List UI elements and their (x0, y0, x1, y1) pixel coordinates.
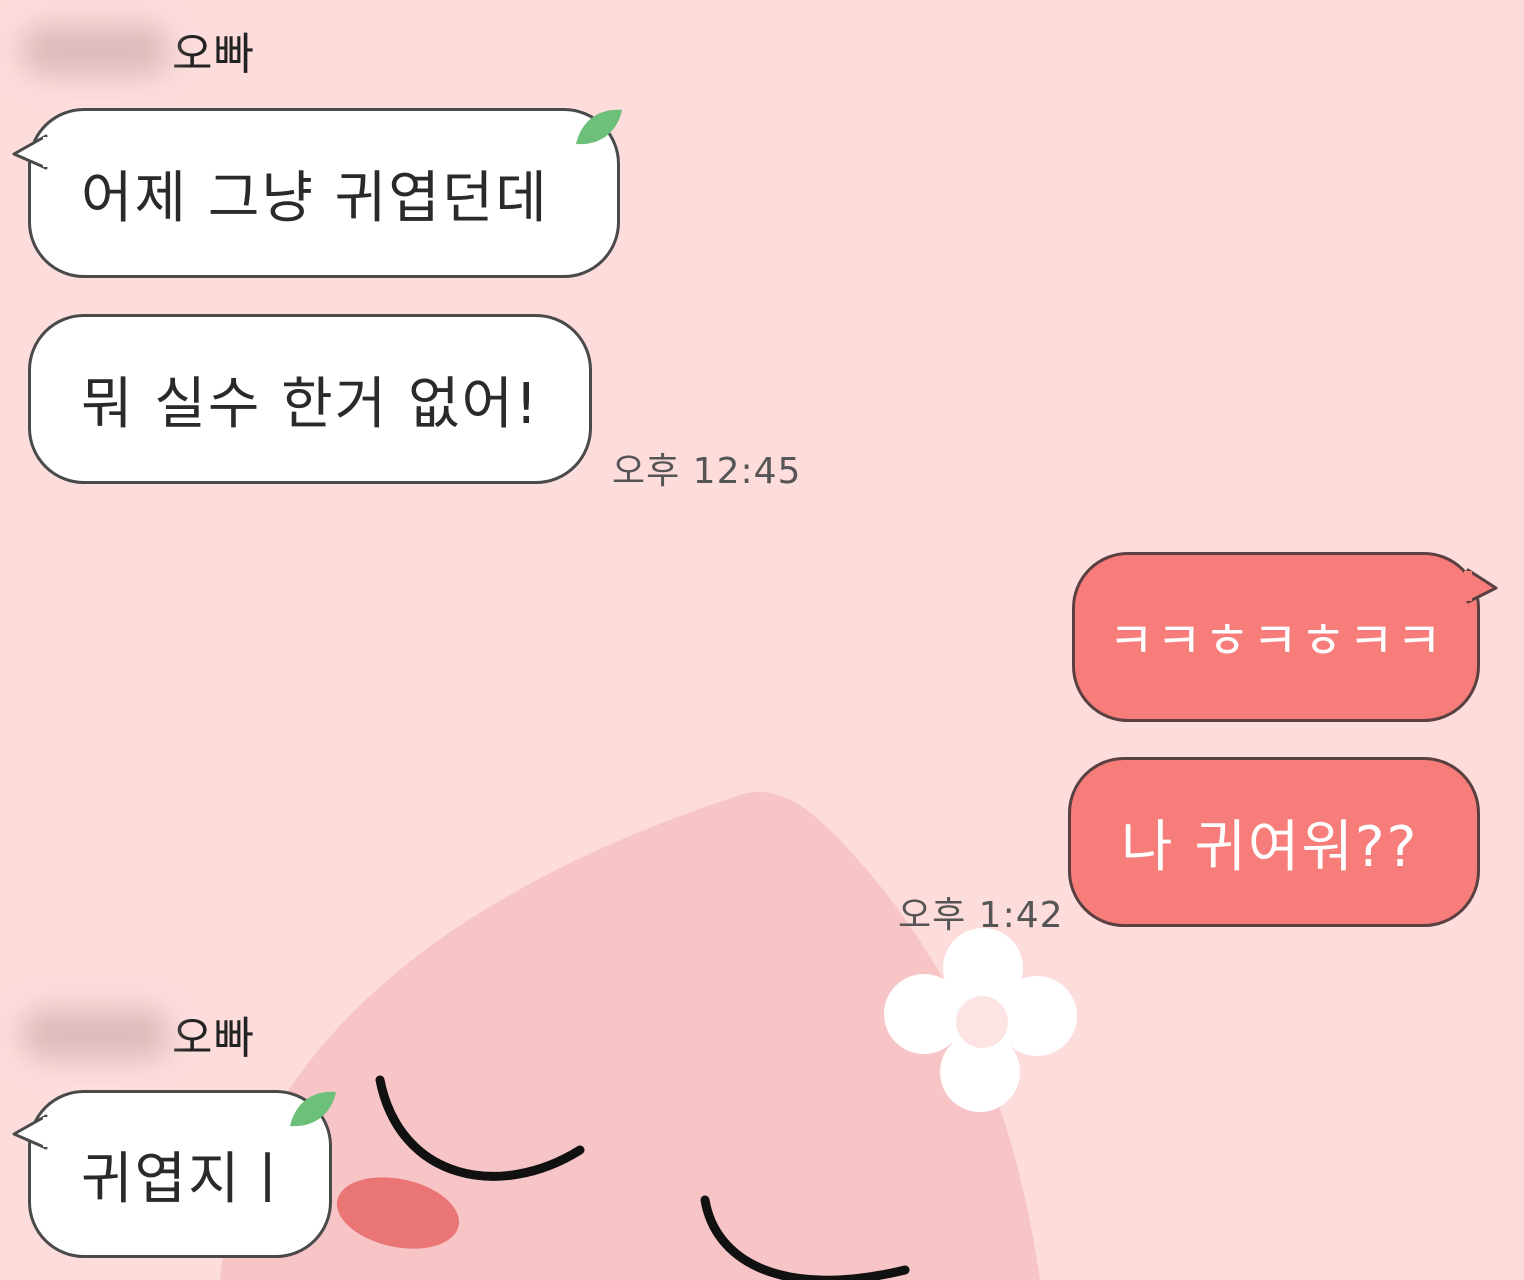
received-message-bubble[interactable]: 어제 그냥 귀엽던데 (28, 108, 620, 278)
sender-name: 오빠 (20, 1002, 255, 1066)
message-text: ㅋㅋㅎㅋㅎㅋㅋ (1108, 612, 1444, 670)
message-text: 귀엽지ㅣ (81, 1146, 296, 1212)
blurred-name (20, 1008, 170, 1060)
leaf-icon (290, 1091, 336, 1127)
bubble-tail-left (12, 134, 50, 170)
message-text: 어제 그냥 귀엽던데 (81, 165, 549, 231)
message-text: 나 귀여워?? (1121, 814, 1419, 880)
bubble-tail-left (12, 1114, 50, 1150)
received-message-bubble[interactable]: 뭐 실수 한거 없어! (28, 314, 592, 484)
sent-message-bubble[interactable]: 나 귀여워?? (1068, 757, 1480, 927)
message-timestamp: 오후 1:42 (898, 895, 1064, 936)
message-timestamp: 오후 12:45 (612, 451, 802, 492)
sender-name-suffix: 오빠 (172, 29, 255, 80)
sender-name-suffix: 오빠 (172, 1013, 255, 1064)
bubble-tail-right (1464, 568, 1498, 604)
sent-message-bubble[interactable]: ㅋㅋㅎㅋㅎㅋㅋ (1072, 552, 1480, 722)
sender-name: 오빠 (20, 18, 255, 82)
message-text: 뭐 실수 한거 없어! (81, 371, 540, 437)
blurred-name (20, 24, 170, 76)
leaf-icon (576, 109, 622, 145)
